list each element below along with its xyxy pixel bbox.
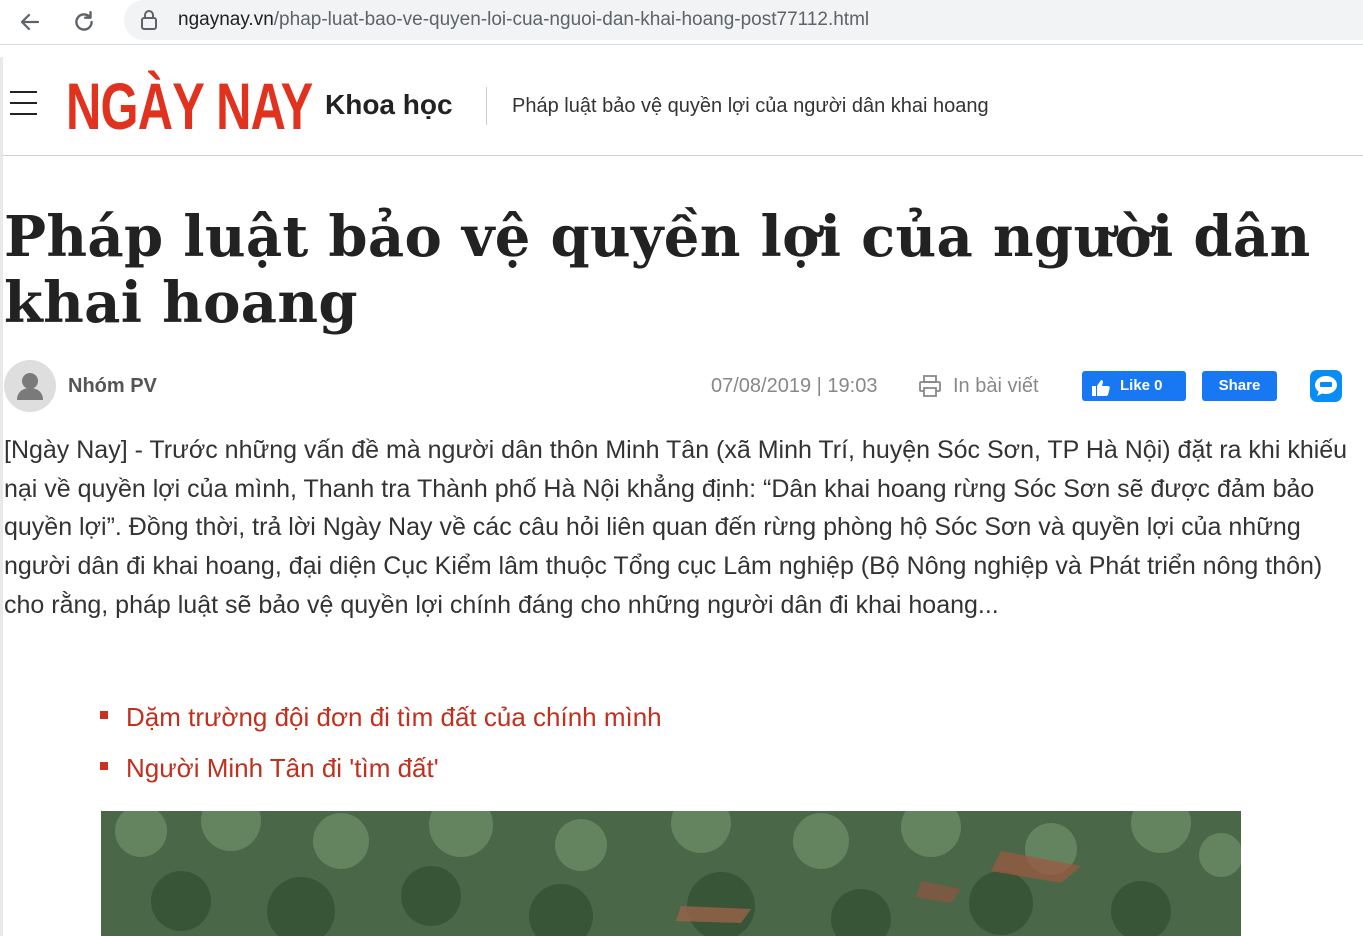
bullet: [100, 762, 108, 770]
back-arrow-icon[interactable]: [12, 4, 48, 40]
header-article-title: Pháp luật bảo vệ quyền lợi của người dân…: [512, 95, 989, 117]
related-link[interactable]: Người Minh Tân đi 'tìm đất': [126, 749, 439, 787]
lock-icon[interactable]: [138, 9, 160, 31]
thumbs-up-icon: [1092, 377, 1110, 396]
author-name[interactable]: Nhóm PV: [68, 374, 157, 398]
user-avatar-icon: [4, 360, 56, 412]
section-link[interactable]: Khoa học: [325, 87, 453, 123]
article-title: Pháp luật bảo vệ quyền lợi của người dân…: [4, 204, 1311, 336]
address-bar[interactable]: ngaynay.vn/phap-luat-bao-ve-quyen-loi-cu…: [124, 0, 1363, 40]
url-path: /phap-luat-bao-ve-quyen-loi-cua-nguoi-da…: [273, 9, 870, 30]
site-header: NGÀY NAY Khoa học Pháp luật bảo vệ quyền…: [0, 57, 1363, 156]
header-divider: [486, 87, 487, 125]
browser-toolbar: ngaynay.vn/phap-luat-bao-ve-quyen-loi-cu…: [0, 0, 1363, 45]
url-text: ngaynay.vn/phap-luat-bao-ve-quyen-loi-cu…: [178, 9, 869, 31]
page-left-edge: [0, 57, 3, 936]
site-logo[interactable]: NGÀY NAY: [66, 71, 313, 141]
url-host: ngaynay.vn: [178, 9, 274, 30]
hamburger-menu-icon[interactable]: [8, 91, 40, 119]
article-image: [101, 811, 1241, 936]
bullet: [100, 711, 108, 719]
reload-icon[interactable]: [66, 4, 102, 40]
print-label: In bài viết: [953, 375, 1039, 397]
printer-icon: [918, 374, 942, 398]
publish-datetime: 07/08/2019 | 19:03: [711, 375, 878, 397]
facebook-like-button[interactable]: Like 0: [1082, 371, 1186, 401]
zalo-icon[interactable]: [1310, 370, 1342, 402]
facebook-share-button[interactable]: Share: [1202, 371, 1277, 401]
article-sapo: [Ngày Nay] - Trước những vấn đề mà người…: [4, 436, 1348, 619]
like-label: Like 0: [1120, 377, 1163, 394]
related-link[interactable]: Dặm trường đội đơn đi tìm đất của chính …: [126, 698, 662, 736]
